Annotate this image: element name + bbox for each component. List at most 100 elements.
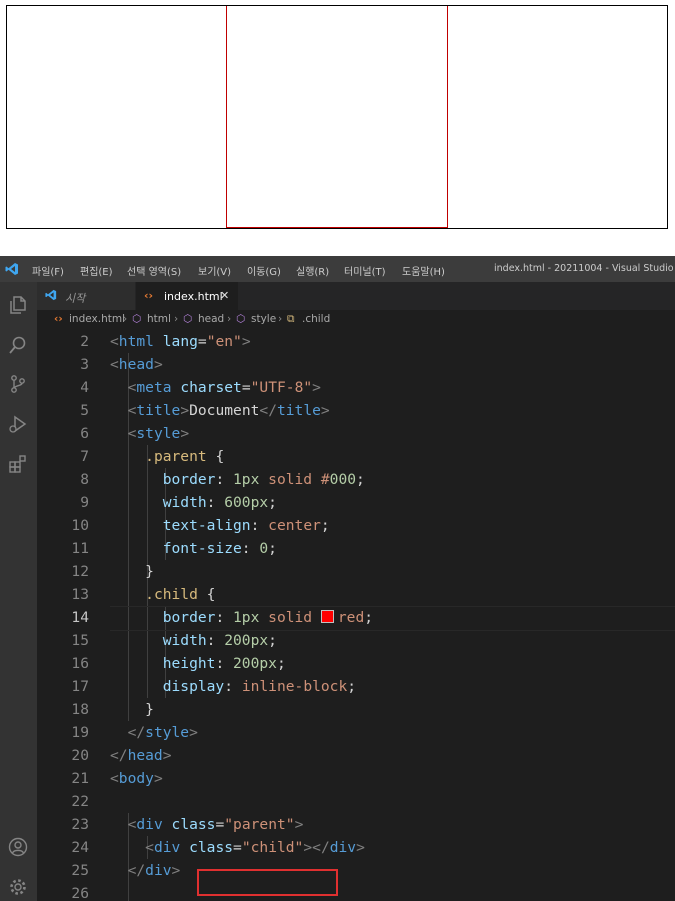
- breadcrumb-item[interactable]: index.html: [69, 313, 125, 325]
- code-line[interactable]: 25 </div>: [37, 859, 675, 882]
- code-line[interactable]: 10 text-align: center;: [37, 514, 675, 537]
- code-line[interactable]: 20 </head>: [37, 744, 675, 767]
- breadcrumb-separator: ›: [123, 313, 128, 325]
- code-editor[interactable]: 2 <html lang="en"> 3 <head> 4 <meta charset=…: [37, 330, 675, 901]
- window-title: index.html - 20211004 - Visual Studio Co: [494, 263, 675, 274]
- code-line[interactable]: 11 font-size: 0;: [37, 537, 675, 560]
- explorer-icon[interactable]: [7, 294, 29, 316]
- code-line[interactable]: 3 <head>: [37, 353, 675, 376]
- menu-run[interactable]: 실행(R): [296, 263, 329, 278]
- html-file-icon: ‹›: [144, 289, 154, 302]
- code-text: </style>: [127, 724, 198, 741]
- breadcrumb-item[interactable]: head: [198, 313, 224, 325]
- source-control-icon[interactable]: [7, 373, 29, 395]
- code-line[interactable]: 16 height: 200px;: [37, 652, 675, 675]
- search-icon[interactable]: [7, 334, 29, 356]
- line-number: 26: [71, 885, 89, 901]
- code-line[interactable]: 14 border: 1px solid red;: [37, 606, 675, 631]
- menu-view[interactable]: 보기(V): [198, 263, 231, 278]
- code-line[interactable]: 23 <div class="parent">: [37, 813, 675, 836]
- line-number: 9: [80, 494, 89, 511]
- editor-tabs: 시작 ‹› index.html ✕: [37, 282, 675, 310]
- code-text: font-size: 0;: [162, 540, 277, 557]
- code-line[interactable]: 17 display: inline-block;: [37, 675, 675, 698]
- code-text: border: 1px solid #000;: [162, 471, 365, 488]
- code-text: .parent {: [145, 448, 225, 465]
- menu-edit[interactable]: 편집(E): [80, 263, 113, 278]
- close-icon[interactable]: ✕: [220, 289, 229, 302]
- line-number: 7: [80, 448, 89, 465]
- code-text: <html lang="en">: [110, 333, 251, 350]
- tab-index-html[interactable]: ‹› index.html ✕: [136, 282, 238, 310]
- code-line[interactable]: 24 <div class="child"></div>: [37, 836, 675, 859]
- tab-start-label: 시작: [65, 292, 86, 305]
- breadcrumb-separator: ›: [174, 313, 179, 325]
- line-number: 11: [71, 540, 89, 557]
- code-line[interactable]: 18 }: [37, 698, 675, 721]
- code-text: </head>: [110, 747, 172, 764]
- code-line[interactable]: 4 <meta charset="UTF-8">: [37, 376, 675, 399]
- html-file-icon: ‹›: [54, 313, 63, 325]
- menu-help[interactable]: 도움말(H): [402, 263, 445, 278]
- code-text: display: inline-block;: [162, 678, 357, 695]
- code-line[interactable]: 6 <style>: [37, 422, 675, 445]
- code-text: <style>: [127, 425, 190, 442]
- breadcrumb-separator: ›: [227, 313, 232, 325]
- tab-index-label: index.html: [164, 290, 223, 303]
- line-number: 8: [80, 471, 89, 488]
- breadcrumb-item[interactable]: style: [251, 313, 276, 325]
- menu-file[interactable]: 파일(F): [32, 263, 64, 278]
- code-line[interactable]: 12 }: [37, 560, 675, 583]
- extensions-icon[interactable]: [7, 453, 29, 475]
- line-number: 18: [71, 701, 89, 718]
- line-number: 14: [71, 609, 89, 626]
- code-text: <meta charset="UTF-8">: [127, 379, 321, 396]
- code-line[interactable]: 9 width: 600px;: [37, 491, 675, 514]
- code-line[interactable]: 22: [37, 790, 675, 813]
- code-text: text-align: center;: [162, 517, 330, 534]
- tab-start[interactable]: 시작: [37, 282, 135, 310]
- line-number: 4: [80, 379, 89, 396]
- code-text: <head>: [110, 356, 163, 373]
- breadcrumb-item[interactable]: html: [147, 313, 171, 325]
- code-line[interactable]: 5 <title>Document</title>: [37, 399, 675, 422]
- symbol-icon: ⬡: [183, 313, 193, 325]
- symbol-icon: ⬡: [236, 313, 246, 325]
- code-text: height: 200px;: [162, 655, 286, 672]
- code-line[interactable]: 26: [37, 882, 675, 901]
- code-line[interactable]: 13 .child {: [37, 583, 675, 606]
- activity-bar: [0, 282, 37, 901]
- code-text: width: 600px;: [162, 494, 277, 511]
- code-line[interactable]: 15 width: 200px;: [37, 629, 675, 652]
- menu-selection[interactable]: 선택 영역(S): [127, 263, 181, 278]
- breadcrumb-separator: ›: [278, 313, 283, 325]
- code-line[interactable]: 19 </style>: [37, 721, 675, 744]
- line-number: 23: [71, 816, 89, 833]
- account-icon[interactable]: [7, 836, 29, 858]
- code-line[interactable]: 7 .parent {: [37, 445, 675, 468]
- line-number: 6: [80, 425, 89, 442]
- line-number: 21: [71, 770, 89, 787]
- run-debug-icon[interactable]: [7, 413, 29, 435]
- line-number: 19: [71, 724, 89, 741]
- vscode-icon: [45, 289, 57, 301]
- settings-gear-icon[interactable]: [7, 876, 29, 898]
- code-text: <div class="parent">: [127, 816, 304, 833]
- code-line[interactable]: 21 <body>: [37, 767, 675, 790]
- line-number: 20: [71, 747, 89, 764]
- code-line[interactable]: 8 border: 1px solid #000;: [37, 468, 675, 491]
- line-number: 24: [71, 839, 89, 856]
- line-number: 25: [71, 862, 89, 879]
- line-number: 12: [71, 563, 89, 580]
- color-swatch[interactable]: [320, 610, 334, 623]
- line-number: 5: [80, 402, 89, 419]
- line-number: 16: [71, 655, 89, 672]
- menu-go[interactable]: 이동(G): [247, 263, 281, 278]
- code-text: .child {: [145, 586, 216, 603]
- code-text: }: [110, 563, 154, 580]
- css-selector-icon: ⧉: [287, 313, 295, 325]
- line-number: 15: [71, 632, 89, 649]
- code-line[interactable]: 2 <html lang="en">: [37, 330, 675, 353]
- menu-terminal[interactable]: 터미널(T): [344, 263, 386, 278]
- breadcrumb-item[interactable]: .child: [302, 313, 330, 325]
